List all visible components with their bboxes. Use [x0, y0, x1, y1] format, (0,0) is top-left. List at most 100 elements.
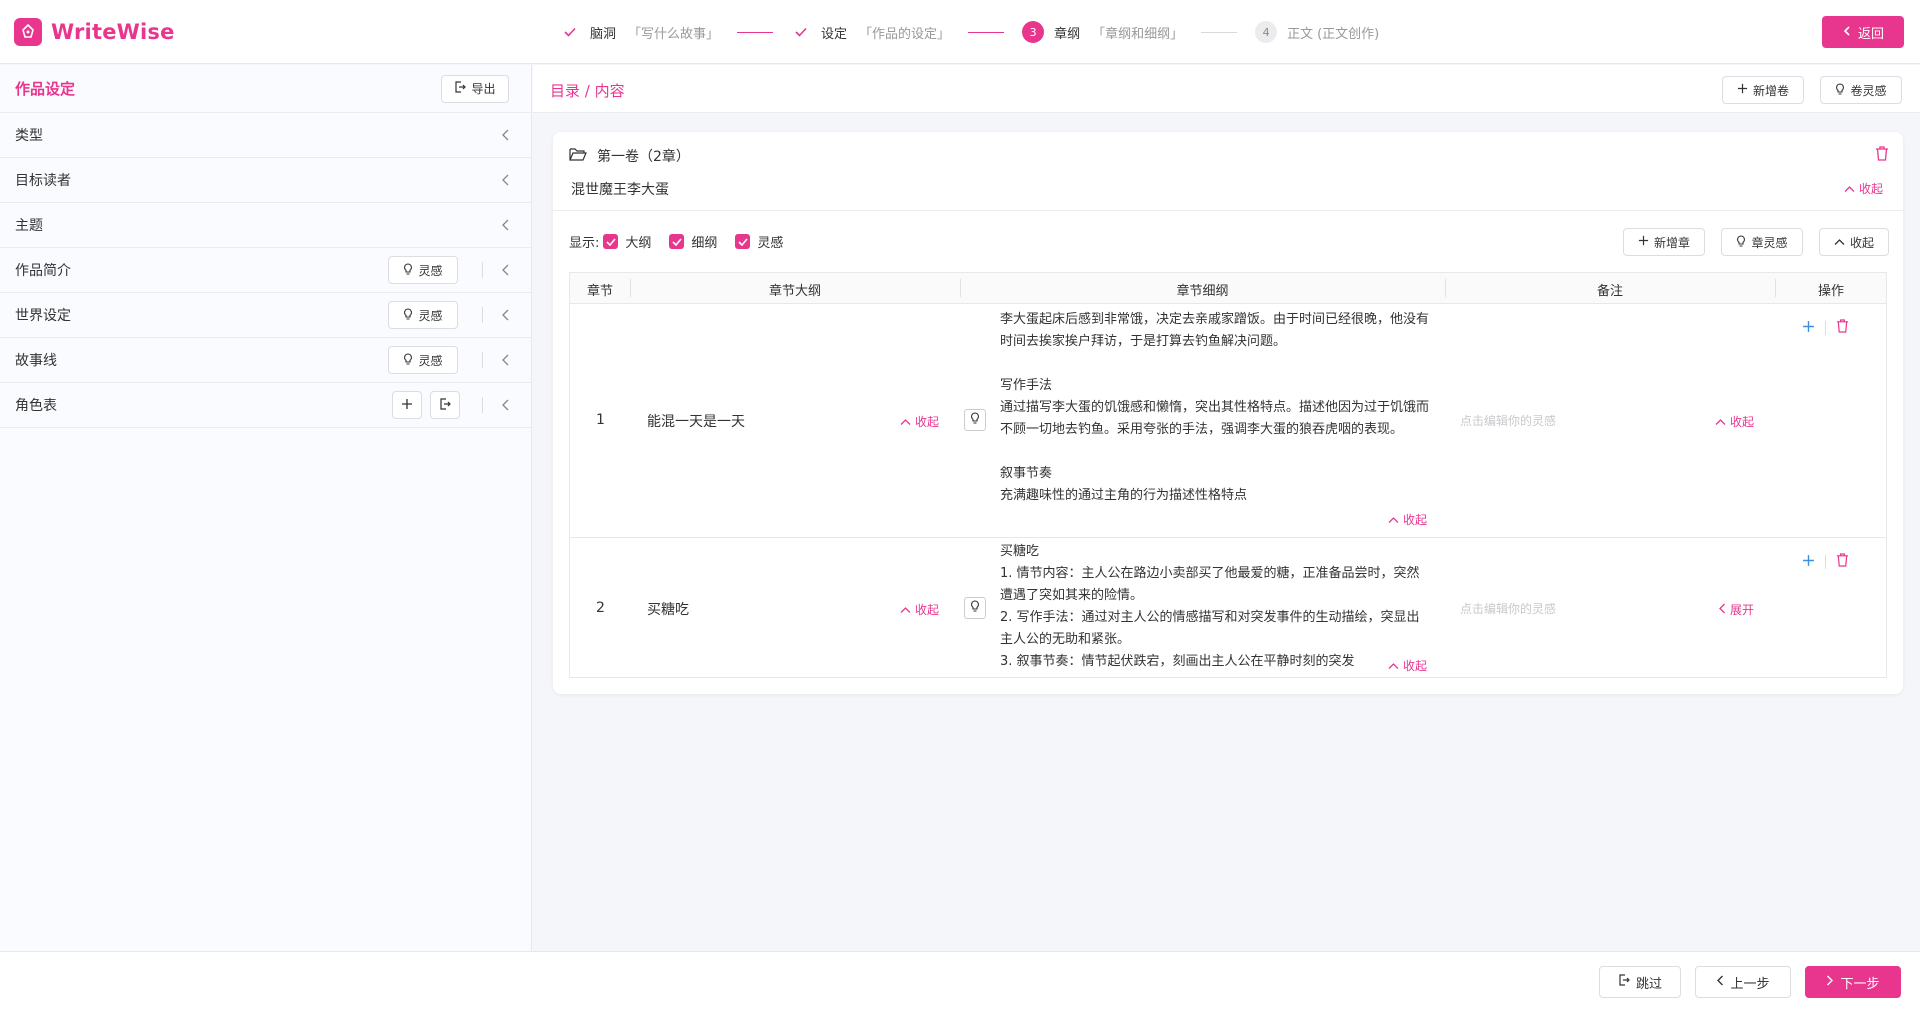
delete-volume-icon[interactable]	[1875, 146, 1889, 165]
divider	[482, 352, 483, 368]
step-connector	[1201, 31, 1238, 33]
outline-collapse-link[interactable]: 收起	[900, 413, 939, 430]
volume-collapse-link[interactable]: 收起	[1844, 180, 1883, 197]
inspiration-filter-label: 灵感	[757, 236, 784, 251]
collapse-label: 收起	[1730, 415, 1755, 429]
sidebar-item-label: 故事线	[15, 353, 57, 369]
volume-card: 第一卷（2章） 混世魔王李大蛋 收起 显示: 大纲 细纲 灵感 新增章 章灵感 …	[553, 132, 1903, 694]
lightbulb-icon	[403, 307, 413, 323]
plus-icon	[401, 398, 413, 413]
chevron-left-icon	[1718, 603, 1726, 617]
display-filters: 显示: 大纲 细纲 灵感	[569, 232, 783, 251]
step-body[interactable]: 4 正文 (正文创作)	[1255, 21, 1379, 43]
sidebar-item-label: 目标读者	[15, 173, 71, 189]
add-character-button[interactable]	[392, 391, 422, 419]
detail-inspiration-button[interactable]	[964, 597, 986, 619]
chevron-left-icon[interactable]	[497, 174, 513, 186]
sidebar-item-synopsis[interactable]: 作品简介 灵感	[0, 248, 531, 293]
progress-steps: 脑洞 「写什么故事」 设定 「作品的设定」 3 章纲 「章纲和细纲」 4 正文 …	[560, 21, 1379, 43]
plus-icon	[1737, 83, 1748, 97]
chevron-left-icon[interactable]	[497, 219, 513, 231]
step-connector	[968, 31, 1005, 33]
volume-subtitle[interactable]: 混世魔王李大蛋	[571, 179, 669, 199]
skip-button[interactable]: 跳过	[1599, 966, 1681, 998]
volume-title[interactable]: 第一卷（2章）	[569, 146, 690, 166]
step-label: 脑洞	[590, 26, 617, 42]
step-number: 4	[1255, 21, 1278, 43]
note-placeholder[interactable]: 点击编辑你的灵感	[1460, 600, 1556, 617]
chapter-table: 章节 章节大纲 章节细纲 备注 操作 1 能混一天是一天 收起 李大蛋起床后感到…	[569, 272, 1887, 678]
folder-open-icon	[569, 147, 587, 165]
export-characters-button[interactable]	[430, 391, 460, 419]
sidebar-item-theme[interactable]: 主题	[0, 203, 531, 248]
add-icon[interactable]	[1802, 554, 1815, 571]
column-header: 章节细纲	[1176, 284, 1229, 299]
lightbulb-icon	[403, 352, 413, 368]
chapter-number: 1	[596, 412, 605, 428]
step-desc: 「章纲和细纲」	[1092, 26, 1184, 42]
column-header: 备注	[1596, 284, 1623, 299]
export-button[interactable]: 导出	[441, 74, 509, 103]
detail-checkbox[interactable]	[669, 234, 685, 249]
chapter-detail[interactable]: 李大蛋起床后感到非常饿，决定去亲戚家蹭饭。由于时间已经很晚，他没有时间去挨家挨户…	[1000, 309, 1430, 529]
inspiration-label: 灵感	[418, 263, 443, 278]
sidebar-item-storyline[interactable]: 故事线 灵感	[0, 338, 531, 383]
chapter-outline[interactable]: 买糖吃	[647, 599, 689, 619]
next-step-button[interactable]: 下一步	[1805, 966, 1901, 998]
add-icon[interactable]	[1802, 320, 1815, 337]
collapse-label: 收起	[915, 603, 940, 617]
note-collapse-link[interactable]: 收起	[1715, 413, 1754, 430]
delete-icon[interactable]	[1836, 553, 1849, 571]
step-settings[interactable]: 设定 「作品的设定」	[791, 22, 950, 42]
chapter-outline[interactable]: 能混一天是一天	[647, 411, 745, 431]
add-chapter-button[interactable]: 新增章	[1623, 228, 1705, 256]
detail-collapse-link[interactable]: 收起	[1388, 657, 1427, 674]
sidebar-item-world[interactable]: 世界设定 灵感	[0, 293, 531, 338]
note-placeholder[interactable]: 点击编辑你的灵感	[1460, 412, 1556, 429]
step-desc: 「作品的设定」	[859, 26, 951, 42]
collapse-all-button[interactable]: 收起	[1819, 228, 1889, 256]
step-brainstorm[interactable]: 脑洞 「写什么故事」	[560, 22, 719, 42]
outline-checkbox[interactable]	[603, 234, 619, 249]
chevron-left-icon[interactable]	[497, 129, 513, 141]
previous-step-button[interactable]: 上一步	[1695, 966, 1791, 998]
chapter-inspiration-button[interactable]: 章灵感	[1721, 228, 1803, 256]
delete-icon[interactable]	[1836, 319, 1849, 337]
collapse-label: 收起	[915, 415, 940, 429]
add-chapter-label: 新增章	[1653, 235, 1690, 250]
chevron-left-icon[interactable]	[497, 399, 513, 411]
outline-collapse-link[interactable]: 收起	[900, 601, 939, 618]
check-icon	[791, 22, 811, 42]
chevron-left-icon[interactable]	[497, 354, 513, 366]
sidebar-item-audience[interactable]: 目标读者	[0, 158, 531, 203]
inspiration-button[interactable]: 灵感	[388, 301, 458, 329]
chevron-up-icon	[1715, 415, 1726, 429]
step-outline[interactable]: 3 章纲 「章纲和细纲」	[1022, 21, 1183, 43]
sidebar-item-characters[interactable]: 角色表	[0, 383, 531, 428]
chevron-up-icon	[1834, 235, 1845, 249]
divider	[1825, 555, 1826, 569]
step-label: 设定	[821, 26, 848, 42]
sidebar-item-genre[interactable]: 类型	[0, 113, 531, 158]
divider	[553, 210, 1903, 211]
back-button[interactable]: 返回	[1822, 16, 1904, 48]
inspiration-checkbox[interactable]	[735, 234, 751, 249]
detail-collapse-link[interactable]: 收起	[1388, 511, 1427, 528]
step-number: 3	[1022, 21, 1045, 43]
chapter-detail[interactable]: 买糖吃 1. 情节内容：主人公在路边小卖部买了他最爱的糖，正准备品尝时，突然遭遇…	[1000, 541, 1430, 673]
collapse-all-label: 收起	[1849, 235, 1874, 250]
collapse-label: 收起	[1403, 659, 1428, 673]
divider	[482, 307, 483, 323]
add-volume-button[interactable]: 新增卷	[1722, 76, 1804, 104]
back-label: 返回	[1857, 26, 1884, 42]
inspiration-label: 灵感	[418, 308, 443, 323]
lightbulb-icon	[1736, 234, 1746, 250]
column-header: 章节大纲	[768, 284, 821, 299]
inspiration-button[interactable]: 灵感	[388, 346, 458, 374]
note-expand-link[interactable]: 展开	[1718, 601, 1754, 618]
chevron-left-icon[interactable]	[497, 309, 513, 321]
chevron-left-icon[interactable]	[497, 264, 513, 276]
detail-inspiration-button[interactable]	[964, 409, 986, 431]
inspiration-button[interactable]: 灵感	[388, 256, 458, 284]
volume-inspiration-button[interactable]: 卷灵感	[1820, 76, 1902, 104]
